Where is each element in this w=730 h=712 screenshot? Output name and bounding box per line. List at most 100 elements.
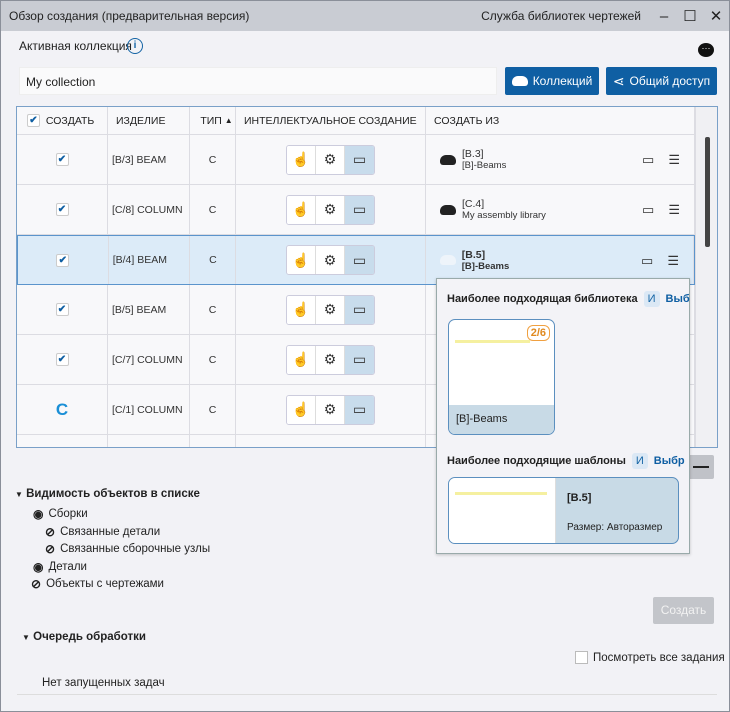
create-checkbox[interactable]: ✔: [55, 153, 69, 166]
smart-drawing-icon[interactable]: ▭: [345, 246, 375, 274]
smart-create-toggle[interactable]: ☝ ⚙ ▭: [286, 245, 376, 275]
settings-sliders-icon[interactable]: ☰: [668, 202, 680, 218]
templates-heading-text: Наиболее подходящие шаблоны: [447, 455, 626, 467]
manual-pick-icon[interactable]: ☝: [287, 345, 316, 374]
library-heading-text: Наиболее подходящая библиотека: [447, 293, 638, 305]
collections-button[interactable]: Коллекций: [505, 67, 599, 95]
settings-sliders-icon[interactable]: ☰: [667, 253, 679, 269]
source-library[interactable]: [B.3] [B]-Beams: [440, 148, 506, 171]
drawing-icon[interactable]: ▭: [641, 253, 653, 269]
select-template-link[interactable]: Выбр: [654, 455, 685, 467]
item-name: [B/5] BEAM: [108, 285, 190, 334]
collection-input[interactable]: My collection: [19, 67, 497, 95]
auto-settings-icon[interactable]: ⚙: [316, 345, 345, 374]
table-row[interactable]: ✔ [C/8] COLUMN C ☝ ⚙ ▭ [C.4] My assembly librar…: [17, 185, 695, 235]
create-checkbox[interactable]: ✔: [56, 253, 70, 267]
and-toggle[interactable]: И: [643, 291, 660, 307]
caret-down-icon: ▼: [15, 490, 23, 499]
source-title: [B.3]: [462, 148, 484, 160]
library-popup: Наиболее подходящая библиотека И Выб 2/6…: [436, 278, 690, 554]
smart-create-toggle[interactable]: ☝ ⚙ ▭: [286, 394, 375, 425]
manual-pick-icon[interactable]: ☝: [287, 145, 316, 174]
auto-settings-icon[interactable]: ⚙: [316, 246, 346, 274]
visibility-item[interactable]: ⊘ Связанные детали: [45, 525, 160, 539]
info-icon[interactable]: i: [127, 38, 143, 54]
item-type: C: [190, 335, 236, 384]
create-checkbox[interactable]: ✔: [55, 303, 69, 316]
scrollbar-thumb[interactable]: [705, 137, 710, 247]
item-name: [C/7] COLUMN: [108, 335, 190, 384]
queue-heading: Очередь обработки: [33, 631, 146, 643]
library-card[interactable]: 2/6 [B]-Beams: [448, 319, 555, 435]
visibility-item[interactable]: ⊘ Объекты с чертежами: [31, 577, 164, 591]
manual-pick-icon[interactable]: ☝: [287, 246, 317, 274]
smart-create-toggle[interactable]: ☝ ⚙ ▭: [286, 194, 375, 225]
eye-off-icon[interactable]: ⊘: [31, 577, 41, 591]
smart-drawing-icon[interactable]: ▭: [345, 195, 374, 224]
cloud-icon: [511, 76, 528, 86]
smart-drawing-icon[interactable]: ▭: [345, 395, 374, 424]
header-type[interactable]: ТИП ▲: [190, 107, 236, 134]
eye-icon[interactable]: ◉: [33, 560, 43, 574]
create-checkbox[interactable]: ✔: [55, 203, 69, 216]
source-library-name: My assembly library: [462, 210, 546, 221]
header-create[interactable]: ✔ СОЗДАТЬ: [17, 107, 108, 134]
visibility-item[interactable]: ⊘ Связанные сборочные узлы: [45, 542, 210, 556]
smart-create-toggle[interactable]: ☝ ⚙ ▭: [286, 294, 375, 325]
drawing-icon[interactable]: ▭: [642, 202, 654, 218]
eye-icon[interactable]: ◉: [33, 507, 43, 521]
visibility-label: Детали: [48, 561, 87, 573]
create-button[interactable]: Создать: [653, 597, 714, 624]
maximize-button[interactable]: ☐: [677, 7, 703, 25]
manual-pick-icon[interactable]: ☝: [287, 395, 316, 424]
collapse-button[interactable]: [688, 455, 714, 479]
close-button[interactable]: ✕: [703, 7, 729, 25]
visibility-label: Связанные сборочные узлы: [60, 543, 211, 555]
template-card[interactable]: [B.5] Размер: Авторазмер: [448, 477, 679, 544]
source-library[interactable]: [B.5] [B]-Beams: [439, 249, 509, 272]
item-name: [C/1] COLUMN: [108, 385, 190, 434]
eye-off-icon[interactable]: ⊘: [45, 542, 55, 556]
create-checkbox[interactable]: ✔: [55, 353, 69, 366]
manual-pick-icon[interactable]: ☝: [287, 295, 316, 324]
item-name: [B/3] BEAM: [108, 135, 190, 184]
settings-sliders-icon[interactable]: ☰: [668, 152, 680, 168]
library-card-name: [B]-Beams: [449, 405, 554, 434]
auto-settings-icon[interactable]: ⚙: [316, 295, 345, 324]
select-library-link[interactable]: Выб: [666, 293, 690, 305]
visibility-item[interactable]: ◉ Сборки: [33, 507, 88, 521]
table-row[interactable]: ✔ [B/3] BEAM C ☝ ⚙ ▭ [B.3] [B]-Beams ▭ ☰: [17, 135, 695, 185]
visibility-section-toggle[interactable]: ▼ Видимость объектов в списке: [15, 488, 200, 500]
smart-drawing-icon[interactable]: ▭: [345, 295, 374, 324]
view-all-checkbox[interactable]: [575, 651, 588, 664]
header-create-from[interactable]: СОЗДАТЬ ИЗ: [426, 107, 695, 134]
minimize-button[interactable]: –: [651, 8, 677, 25]
select-all-checkbox[interactable]: ✔: [27, 114, 40, 127]
view-all-tasks[interactable]: Посмотреть все задания: [575, 651, 725, 664]
smart-create-toggle[interactable]: ☝ ⚙ ▭: [286, 344, 375, 375]
vertical-scrollbar[interactable]: [695, 107, 717, 447]
source-library[interactable]: [C.4] My assembly library: [440, 198, 546, 221]
header-smart-create[interactable]: ИНТЕЛЛЕКТУАЛЬНОЕ СОЗДАНИЕ: [236, 107, 426, 134]
item-type: C: [190, 285, 236, 334]
share-button[interactable]: ⋖ Общий доступ: [606, 67, 717, 95]
drawing-icon[interactable]: ▭: [642, 152, 654, 168]
drawing-thumbnail: [455, 340, 530, 343]
auto-settings-icon[interactable]: ⚙: [316, 145, 345, 174]
header-item[interactable]: ИЗДЕЛИЕ: [108, 107, 190, 134]
visibility-item[interactable]: ◉ Детали: [33, 560, 87, 574]
and-toggle[interactable]: И: [631, 453, 648, 469]
match-badge: 2/6: [526, 325, 550, 341]
window-title: Обзор создания (предварительная версия): [9, 9, 250, 23]
template-name: [B.5]: [567, 492, 592, 504]
auto-settings-icon[interactable]: ⚙: [316, 395, 345, 424]
chat-icon[interactable]: ···: [698, 43, 714, 57]
manual-pick-icon[interactable]: ☝: [287, 195, 316, 224]
smart-create-toggle[interactable]: ☝ ⚙ ▭: [286, 144, 375, 175]
templates-heading: Наиболее подходящие шаблоны И Выбр: [447, 453, 685, 469]
eye-off-icon[interactable]: ⊘: [45, 525, 55, 539]
smart-drawing-icon[interactable]: ▭: [345, 145, 374, 174]
queue-section-toggle[interactable]: ▼ Очередь обработки: [22, 631, 146, 643]
smart-drawing-icon[interactable]: ▭: [345, 345, 374, 374]
auto-settings-icon[interactable]: ⚙: [316, 195, 345, 224]
